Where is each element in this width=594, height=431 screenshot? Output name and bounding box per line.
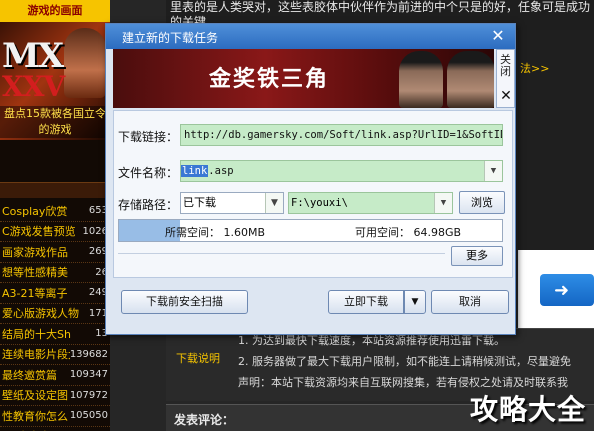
chevron-down-icon[interactable]: ▼	[434, 193, 452, 213]
safety-scan-button[interactable]: 下载前安全扫描	[121, 290, 248, 314]
chevron-down-icon[interactable]: ▼	[484, 161, 502, 181]
list-item-title: 想等性感精美	[2, 266, 68, 280]
list-item-count: 105050	[69, 410, 108, 422]
banner-caption: 盘点15款被各国立令的游戏	[0, 106, 110, 138]
ad-close-panel: 关闭 ✕	[496, 49, 515, 108]
list-item-title: 最终邀赏篇	[2, 368, 57, 382]
sidebar-list-item[interactable]: A3-21等离子 249	[0, 283, 110, 304]
cancel-button[interactable]: 取消	[431, 290, 509, 314]
download-form: 下载链接： http://db.gamersky.com/Soft/link.a…	[113, 110, 513, 278]
list-item-title: 画家游戏作品	[2, 245, 68, 259]
sidebar-banner[interactable]: MX XXV 盘点15款被各国立令的游戏	[0, 22, 110, 140]
link-label: 下载链接：	[118, 130, 179, 144]
disk-space-bar: 所需空间： 1.60MB 可用空间： 64.98GB	[118, 219, 503, 242]
comment-title: 发表评论：	[174, 413, 235, 427]
download-options-dropdown[interactable]: ▼	[404, 290, 426, 314]
dialog-titlebar[interactable]: 建立新的下载任务 ✕	[106, 24, 515, 49]
path-category-value: 已下载	[183, 196, 216, 209]
list-item-title: 连续电影片段大	[2, 348, 70, 362]
space-needed: 所需空间： 1.60MB	[165, 226, 266, 239]
list-item-count: 107972	[69, 389, 108, 401]
more-options-button[interactable]: 更多	[451, 246, 503, 266]
sidebar-list-item[interactable]: 画家游戏作品 269	[0, 242, 110, 263]
download-link-field[interactable]: http://db.gamersky.com/Soft/link.asp?Url…	[180, 124, 503, 146]
ad-banner-text: 金奖铁三角	[209, 67, 330, 92]
sidebar-ranking-list: Cosplay欣赏 653 C游戏发售预览 1026 画家游戏作品 269 想等性感精美 26…	[0, 201, 110, 431]
ad-close-icon[interactable]: ✕	[499, 88, 513, 104]
download-now-button[interactable]: 立即下载	[328, 290, 404, 314]
list-item-title: C游戏发售预览	[2, 225, 76, 239]
save-path-value: F:\youxi\	[291, 197, 348, 209]
path-category-select[interactable]: 已下载 ▼	[180, 192, 284, 214]
arrow-right-icon: ➜	[554, 280, 570, 301]
sidebar-list-item[interactable]: 连续电影片段大139682	[0, 345, 110, 365]
space-available: 可用空间： 64.98GB	[355, 226, 462, 239]
save-path-field[interactable]: F:\youxi\ ▼	[288, 192, 453, 214]
close-icon[interactable]: ✕	[489, 27, 507, 45]
ad-banner[interactable]: 金奖铁三角	[113, 49, 494, 108]
list-item-title: 壁纸及设定图	[2, 389, 68, 403]
download-notes: 1. 为达到最快下载速度，本站资源推荐使用迅雷下载。 2. 服务器做了最大下载用…	[238, 330, 594, 393]
list-item-title: 结局的十大Sh	[2, 327, 71, 341]
list-item-count: 109347	[69, 369, 108, 381]
filename-field[interactable]: link.asp ▼	[180, 160, 503, 182]
right-more-link[interactable]: 法>>	[520, 60, 549, 76]
download-note: 2. 服务器做了最大下载用户限制，如不能连上请稍候测试，尽量避免	[238, 355, 571, 368]
sidebar-list-item[interactable]: 性教育你怎么 105050	[0, 406, 110, 427]
list-item-title: 性教育你怎么	[2, 409, 68, 423]
new-download-dialog: 建立新的下载任务 ✕ 金奖铁三角 关闭 ✕ 下载链接： http://db.ga…	[105, 23, 516, 335]
list-item-title: Cosplay欣赏	[2, 204, 68, 218]
save-path-label: 存储路径：	[118, 198, 179, 212]
ad-person-image	[399, 51, 443, 108]
watermark-logo: 攻略大全	[470, 393, 587, 426]
download-notes-label: 下载说明	[176, 352, 220, 365]
sidebar-list-item[interactable]: 想等性感精美 26	[0, 263, 110, 283]
sidebar-title: 游戏的画面	[0, 0, 110, 22]
forward-arrow-button[interactable]: ➜	[540, 274, 594, 306]
sidebar-list-item[interactable]: 爱心版游戏人物 171	[0, 304, 110, 324]
browse-button[interactable]: 浏览	[459, 191, 505, 214]
list-item-count: 139682	[69, 348, 108, 360]
filename-label: 文件名称：	[118, 166, 179, 180]
dialog-title: 建立新的下载任务	[122, 31, 219, 45]
filename-selected-text: link	[181, 165, 209, 177]
filename-extension: .asp	[208, 165, 234, 177]
list-item-title: A3-21等离子	[2, 286, 68, 300]
ad-close-label: 关闭	[500, 53, 511, 78]
sidebar-list-item[interactable]: 壁纸及设定图 107972	[0, 386, 110, 406]
sidebar-list-item[interactable]: 结局的十大Sh 13	[0, 324, 110, 345]
ad-person-image	[447, 51, 494, 108]
sidebar-list-header	[0, 182, 110, 198]
sidebar-list-item[interactable]: (2)中文家园93233	[0, 427, 110, 431]
banner-logo-bottom: XXV	[2, 70, 65, 103]
banner-person-image	[64, 28, 106, 98]
chevron-down-icon: ▼	[411, 297, 419, 307]
sidebar-list-item[interactable]: 最终邀赏篇 109347	[0, 365, 110, 386]
list-item-title: 爱心版游戏人物	[2, 307, 79, 321]
sidebar-list-item[interactable]: C游戏发售预览 1026	[0, 222, 110, 242]
chevron-down-icon[interactable]: ▼	[265, 193, 283, 213]
divider	[118, 253, 445, 254]
sidebar-list-item[interactable]: Cosplay欣赏 653	[0, 201, 110, 222]
